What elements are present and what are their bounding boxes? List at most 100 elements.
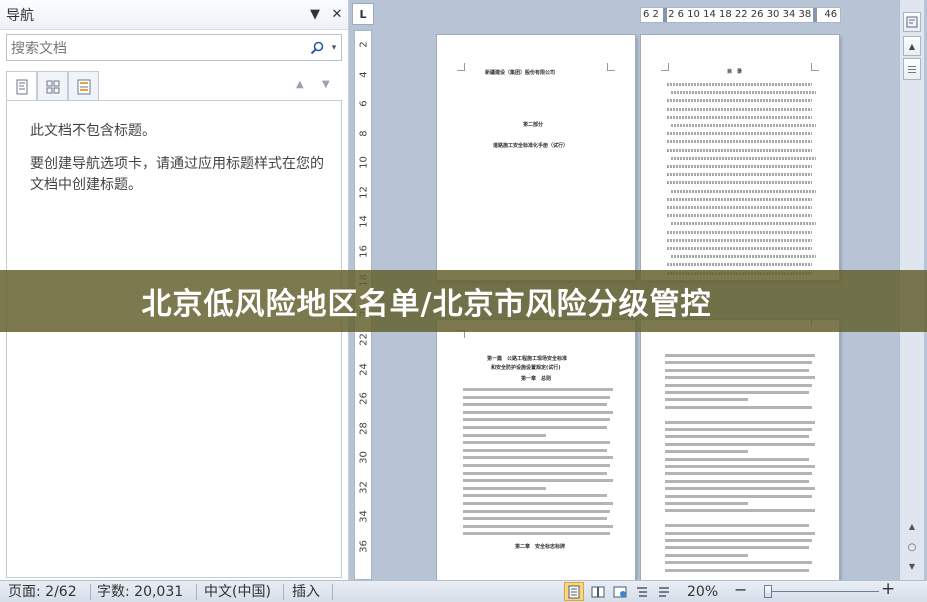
text-line [463,388,613,391]
select-browse-object-button[interactable]: ○ [900,542,924,553]
ruler-number: 32 [358,480,370,494]
toc-entry [667,238,812,242]
web-layout-view-button[interactable] [610,582,630,601]
text-line [665,457,809,461]
full-screen-reading-button[interactable] [588,582,608,601]
toc-entry [667,99,812,103]
draft-icon [659,586,669,597]
text-line [665,391,809,394]
search-input[interactable]: 搜索文档 ▾ [6,34,342,61]
chapter-title-line2: 和安全防护设施设置规定(试行) [491,365,561,371]
text-line [463,509,610,513]
page-count[interactable]: 页面: 2/62 [8,583,77,602]
document-page-1[interactable]: 新疆建设（集团）股份有限公司 第二部分 道路施工安全标准化手册（试行） [437,35,635,280]
text-line [463,441,610,445]
document-page-2[interactable]: 目 录 [641,35,839,280]
language-indicator[interactable]: 中文(中国) [204,583,271,602]
toc-entry [667,115,812,119]
tab-search-results[interactable] [68,71,99,101]
previous-result-button[interactable]: ▲ [296,79,304,90]
draft-view-button[interactable] [654,582,674,601]
outline-icon [637,586,647,597]
ruler-number: 24 [358,362,370,376]
tab-headings[interactable] [6,71,37,102]
toc-entry [667,214,812,218]
ruler-number: 12 [358,185,370,199]
scroll-up-icon: ▲ [908,41,916,51]
previous-page-button[interactable]: ▲ [900,522,924,531]
crop-mark [457,63,465,71]
next-page-button[interactable]: ▼ [900,562,924,571]
text-line [665,361,812,365]
text-line [463,494,607,498]
search-results-icon [77,79,90,94]
text-line [463,395,610,399]
zoom-in-button[interactable]: + [881,580,895,600]
text-line [665,479,809,483]
document-page-4[interactable] [641,320,839,582]
right-indent-marker[interactable] [813,8,817,22]
toc-entry [667,263,812,267]
text-line [665,405,812,409]
toc-entry [667,132,812,136]
divider [332,584,333,600]
zoom-slider[interactable] [771,591,879,592]
text-line [665,376,815,380]
toc-entry [671,189,816,193]
left-indent-marker[interactable] [663,8,667,22]
toc-entry [667,165,812,168]
chevron-down-icon: ▼ [310,7,320,22]
pane-options-button[interactable]: ▼ [304,4,326,26]
text-line [665,420,815,424]
ruler-number: 16 [358,244,370,258]
zoom-out-button[interactable]: − [734,581,747,601]
ruler-number: 2 [358,41,370,48]
ruler-number: 26 [358,392,370,405]
insert-mode-indicator[interactable]: 插入 [292,583,320,602]
tab-pages[interactable] [37,71,68,101]
navigation-tabs: ▲ ▼ [6,71,342,102]
text-line [665,509,815,513]
toc-entry [667,197,812,201]
next-result-button[interactable]: ▼ [322,79,330,90]
divider [283,584,284,600]
search-options-dropdown[interactable]: ▾ [327,43,341,53]
word-count[interactable]: 字数: 20,031 [97,583,183,602]
text-line [463,403,607,407]
zoom-slider-thumb[interactable] [764,585,772,598]
divider [196,584,197,600]
close-pane-button[interactable]: ✕ [326,4,348,26]
zoom-level[interactable]: 20% [687,583,718,602]
text-line [665,539,812,542]
text-line [665,465,815,468]
navigation-header: 导航 ▼ ✕ [0,0,348,30]
ruler-number: 14 [358,215,370,228]
text-line [463,410,613,414]
view-ruler-button[interactable] [903,12,921,32]
text-line [463,524,613,528]
print-layout-view-button[interactable] [564,582,584,601]
text-line [665,546,809,550]
horizontal-ruler[interactable]: 6 2 2 6 10 14 18 22 26 30 34 38 46 [640,7,841,23]
text-line [665,428,812,431]
page-company-name: 新疆建设（集团）股份有限公司 [485,70,556,76]
outline-view-button[interactable] [632,582,652,601]
crop-mark [661,63,669,71]
tab-selector-button[interactable]: L [352,3,374,25]
text-line [665,383,812,387]
text-line [665,442,815,446]
document-page-3[interactable]: 第一篇 公路工程施工现场安全标准 和安全防护设施设置规定(试行) 第一章 总则 … [437,320,635,582]
no-headings-message: 此文档不包含标题。 [30,123,156,139]
toc-entry [667,247,812,250]
ruler-main-numbers: 2 6 10 14 18 22 26 30 34 38 [668,9,812,20]
ruler-number: 36 [358,539,370,553]
scroll-thumb[interactable] [903,58,921,80]
text-line [665,435,809,439]
toc-entry [667,173,812,177]
section-heading: 第二章 安全标志标牌 [515,544,566,550]
ruler-number: 28 [358,421,370,435]
reading-view-icon [591,586,605,597]
create-headings-hint: 要创建导航选项卡，请通过应用标题样式在您的文档中创建标题。 [30,156,324,193]
scroll-up-button[interactable]: ▲ [903,36,921,56]
search-button[interactable] [307,41,327,55]
